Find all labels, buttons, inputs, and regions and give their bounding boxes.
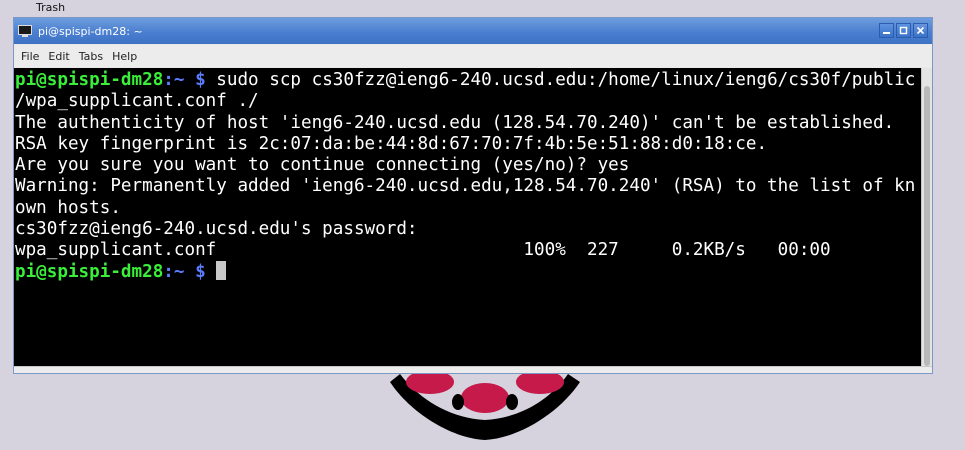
window-title: pi@spispi-dm28: ~ [38,24,143,38]
menu-edit[interactable]: Edit [48,50,69,63]
command-text: sudo scp cs30fzz@ieng6-240.ucsd.edu:/hom… [205,70,916,90]
minimize-icon [883,32,890,34]
prompt-path: :~ $ [163,70,206,90]
prompt-user: pi@spispi-dm28 [15,262,164,283]
terminal-line: pi@spispi-dm28:~ $ sudo scp cs30fzz@ieng… [15,70,921,91]
terminal-line: wpa_supplicant.conf 100% 227 0.2KB/s 00:… [15,240,831,260]
close-button[interactable] [913,23,928,38]
command-text [206,262,217,282]
maximize-button[interactable] [896,23,911,38]
terminal-line: /wpa_supplicant.conf ./ [15,91,259,112]
maximize-icon [899,26,908,35]
terminal-line: own hosts. [15,197,121,218]
window-bottom-edge [14,366,932,373]
terminal-line: Are you sure you want to continue connec… [15,155,630,175]
terminal-line: cs30fzz@ieng6-240.ucsd.edu's password: [15,218,418,239]
menu-tabs[interactable]: Tabs [79,50,103,63]
terminal-scrollbar[interactable] [921,68,932,368]
prompt-user: pi@spispi-dm28 [15,70,164,90]
terminal-icon [18,25,32,37]
prompt-path: :~ $ [163,262,206,283]
menu-help[interactable]: Help [112,50,137,63]
window-titlebar[interactable]: pi@spispi-dm28: ~ [14,18,932,44]
terminal-output[interactable]: pi@spispi-dm28:~ $ sudo scp cs30fzz@ieng… [14,68,921,368]
trash-label[interactable]: Trash [36,1,65,14]
terminal-line: Warning: Permanently added 'ieng6-240.uc… [15,176,916,197]
terminal-window[interactable]: pi@spispi-dm28: ~ File Edit Tabs Help pi… [13,17,933,374]
menu-file[interactable]: File [21,50,39,63]
close-icon [916,26,925,35]
text-cursor [216,261,227,281]
minimize-button[interactable] [879,23,894,38]
menubar: File Edit Tabs Help [14,45,932,67]
terminal-line: The authenticity of host 'ieng6-240.ucsd… [15,112,895,133]
terminal-line: RSA key fingerprint is 2c:07:da:be:44:8d… [15,133,768,154]
scrollbar-thumb[interactable] [924,86,930,366]
terminal-line: pi@spispi-dm28:~ $ [15,261,921,282]
